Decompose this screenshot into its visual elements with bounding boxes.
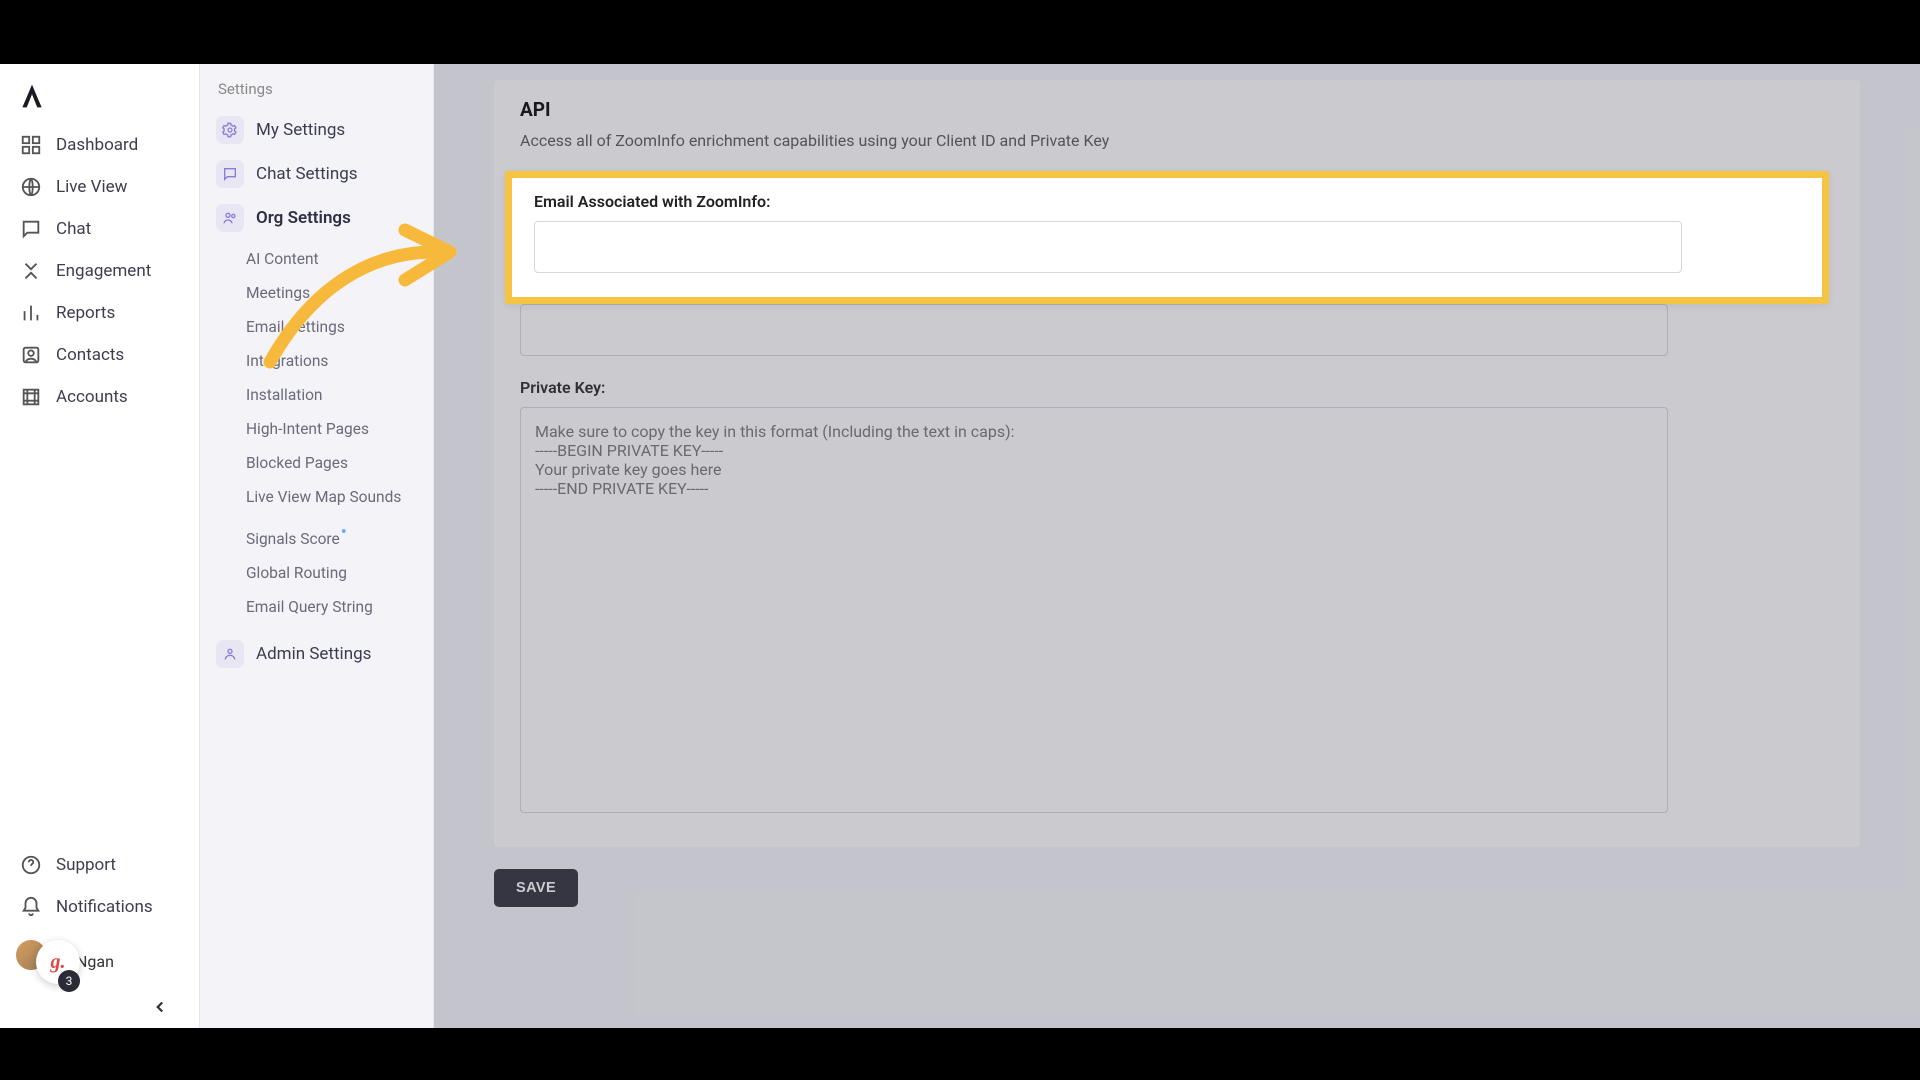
sub-label: Global Routing — [246, 564, 347, 582]
sub-signals-score[interactable]: Signals Score• — [230, 514, 423, 556]
sub-label: Live View Map Sounds — [246, 488, 401, 506]
contacts-icon — [20, 344, 42, 366]
sub-global-routing[interactable]: Global Routing — [230, 556, 423, 590]
nav-chat-label: Chat — [56, 219, 91, 239]
user-name: Ngan — [76, 952, 114, 971]
nav-notifications[interactable]: Notifications — [14, 886, 191, 928]
nav-accounts[interactable]: Accounts — [14, 376, 191, 418]
sub-label: High-Intent Pages — [246, 420, 369, 438]
help-icon — [20, 854, 42, 876]
sub-integrations[interactable]: Integrations — [230, 344, 423, 378]
badge-count: 3 — [66, 974, 73, 988]
nav-notifications-label: Notifications — [56, 897, 153, 917]
nav-engagement[interactable]: Engagement — [14, 250, 191, 292]
highlight-callout: Email Associated with ZoomInfo: — [505, 171, 1829, 304]
sub-label: Email Query String — [246, 598, 373, 616]
admin-icon — [216, 640, 244, 668]
brand-logo — [18, 82, 46, 110]
avatar-stack: g. 3 — [18, 938, 64, 984]
sub-installation[interactable]: Installation — [230, 378, 423, 412]
private-key-textarea[interactable] — [520, 407, 1668, 813]
sub-meetings[interactable]: Meetings — [230, 276, 423, 310]
nav-chat[interactable]: Chat — [14, 208, 191, 250]
nav-support-label: Support — [56, 855, 116, 875]
org-sub-list: AI Content Meetings Email Settings Integ… — [230, 242, 423, 624]
sub-label: AI Content — [246, 250, 319, 268]
accounts-icon — [20, 386, 42, 408]
nav-contacts-label: Contacts — [56, 345, 124, 365]
settings-group-chat-label: Chat Settings — [256, 164, 358, 184]
notification-badge: 3 — [58, 970, 80, 992]
nav-dashboard-label: Dashboard — [56, 135, 138, 155]
user-block[interactable]: g. 3 Ngan — [14, 928, 191, 994]
nav-contacts[interactable]: Contacts — [14, 334, 191, 376]
settings-group-admin-label: Admin Settings — [256, 644, 371, 664]
sub-email-query-string[interactable]: Email Query String — [230, 590, 423, 624]
settings-group-my-label: My Settings — [256, 120, 345, 140]
nav-accounts-label: Accounts — [56, 387, 128, 407]
users-icon — [216, 204, 244, 232]
email-input[interactable] — [534, 221, 1682, 273]
new-indicator-dot: • — [341, 522, 347, 543]
nav-live-view[interactable]: Live View — [14, 166, 191, 208]
dashboard-icon — [20, 134, 42, 156]
private-key-label: Private Key: — [520, 378, 1834, 397]
chat-icon — [20, 218, 42, 240]
sub-label: Meetings — [246, 284, 310, 302]
nav-dashboard[interactable]: Dashboard — [14, 124, 191, 166]
sub-email-settings[interactable]: Email Settings — [230, 310, 423, 344]
sub-label: Blocked Pages — [246, 454, 348, 472]
settings-heading: Settings — [210, 78, 423, 108]
client-id-input[interactable] — [520, 304, 1668, 356]
settings-group-org[interactable]: Org Settings — [210, 196, 423, 240]
nav-live-view-label: Live View — [56, 177, 127, 197]
globe-icon — [20, 176, 42, 198]
save-button-label: SAVE — [516, 880, 556, 896]
reports-icon — [20, 302, 42, 324]
settings-group-org-label: Org Settings — [256, 208, 351, 228]
sub-live-view-sounds[interactable]: Live View Map Sounds — [230, 480, 423, 514]
save-button[interactable]: SAVE — [494, 869, 578, 907]
bell-icon — [20, 896, 42, 918]
nav-reports-label: Reports — [56, 303, 115, 323]
settings-sidebar: Settings My Settings Chat Settings Org S… — [200, 64, 434, 1028]
gear-icon — [216, 116, 244, 144]
sub-label: Installation — [246, 386, 323, 404]
sub-high-intent-pages[interactable]: High-Intent Pages — [230, 412, 423, 446]
nav-support[interactable]: Support — [14, 844, 191, 886]
api-description: Access all of ZoomInfo enrichment capabi… — [520, 131, 1834, 150]
nav-engagement-label: Engagement — [56, 261, 151, 281]
chat-bubble-icon — [216, 160, 244, 188]
sub-label: Signals Score — [246, 530, 340, 548]
sub-label: Integrations — [246, 352, 328, 370]
settings-group-admin[interactable]: Admin Settings — [210, 632, 423, 676]
engagement-icon — [20, 260, 42, 282]
sub-ai-content[interactable]: AI Content — [230, 242, 423, 276]
highlight-email-label: Email Associated with ZoomInfo: — [534, 192, 1800, 211]
settings-group-my[interactable]: My Settings — [210, 108, 423, 152]
nav-reports[interactable]: Reports — [14, 292, 191, 334]
primary-sidebar: Dashboard Live View Chat Engagement Repo… — [0, 64, 200, 1028]
chevron-left-icon[interactable] — [151, 998, 169, 1016]
api-heading: API — [520, 98, 1834, 121]
sub-blocked-pages[interactable]: Blocked Pages — [230, 446, 423, 480]
settings-group-chat[interactable]: Chat Settings — [210, 152, 423, 196]
org-avatar-text: g. — [51, 951, 66, 974]
sub-label: Email Settings — [246, 318, 345, 336]
